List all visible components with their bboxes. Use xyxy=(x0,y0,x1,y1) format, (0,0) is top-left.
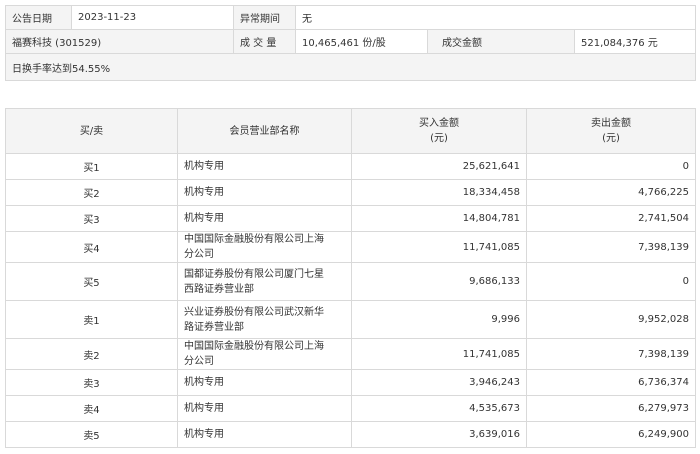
row-direction: 买1 xyxy=(5,153,178,180)
header-buy-amount: 买入金额 (元) xyxy=(351,108,527,154)
row-branch: 机构专用 xyxy=(177,205,352,232)
row-direction: 卖1 xyxy=(5,300,178,339)
header-direction: 买/卖 xyxy=(5,108,178,154)
row-direction: 买4 xyxy=(5,231,178,263)
row-sell-amount: 7,398,139 xyxy=(526,231,696,263)
row-buy-amount: 11,741,085 xyxy=(351,338,527,370)
row-buy-amount: 14,804,781 xyxy=(351,205,527,232)
trading-table: 买/卖 会员营业部名称 买入金额 (元) 卖出金额 (元) 买1 机构专用 25,6… xyxy=(5,108,696,448)
header-buy-label: 买入金额 xyxy=(419,118,459,129)
period-value: 无 xyxy=(294,5,697,30)
header-buy-unit: (元) xyxy=(430,133,448,144)
header-sell-amount: 卖出金额 (元) xyxy=(526,108,696,154)
row-sell-amount: 4,766,225 xyxy=(526,179,696,206)
amount-label: 成交金额 xyxy=(427,29,575,54)
header-sell-unit: (元) xyxy=(602,133,620,144)
turnover-text: 日换手率达到54.55% xyxy=(4,53,697,81)
row-direction: 卖4 xyxy=(5,395,178,422)
row-direction: 买2 xyxy=(5,179,178,206)
row-direction: 买5 xyxy=(5,262,178,301)
row-branch: 机构专用 xyxy=(177,369,352,396)
row-buy-amount: 3,639,016 xyxy=(351,421,527,448)
stock-name: 福赛科技 (301529) xyxy=(5,29,234,54)
row-branch: 机构专用 xyxy=(177,179,352,206)
row-direction: 卖3 xyxy=(5,369,178,396)
row-direction: 买3 xyxy=(5,205,178,232)
info-row-turnover: 日换手率达到54.55% xyxy=(4,53,697,81)
row-sell-amount: 7,398,139 xyxy=(526,338,696,370)
table-row: 买5 国都证券股份有限公司厦门七星西路证券营业部 9,686,133 0 xyxy=(5,262,696,301)
row-buy-amount: 9,996 xyxy=(351,300,527,339)
period-label: 异常期间 xyxy=(233,5,296,30)
row-branch: 中国国际金融股份有限公司上海分公司 xyxy=(177,231,352,263)
row-branch: 机构专用 xyxy=(177,153,352,180)
row-branch: 机构专用 xyxy=(177,395,352,422)
row-branch: 国都证券股份有限公司厦门七星西路证券营业部 xyxy=(177,262,352,301)
table-row: 卖1 兴业证券股份有限公司武汉新华路证券营业部 9,996 9,952,028 xyxy=(5,300,696,339)
table-row: 买3 机构专用 14,804,781 2,741,504 xyxy=(5,205,696,232)
row-sell-amount: 0 xyxy=(526,153,696,180)
volume-value: 10,465,461 份/股 xyxy=(295,29,428,54)
stock-info-table: 公告日期 2023-11-23 异常期间 无 福赛科技 (301529) 成 交… xyxy=(4,5,697,81)
row-sell-amount: 6,249,900 xyxy=(526,421,696,448)
row-sell-amount: 2,741,504 xyxy=(526,205,696,232)
row-buy-amount: 3,946,243 xyxy=(351,369,527,396)
row-sell-amount: 9,952,028 xyxy=(526,300,696,339)
row-direction: 卖2 xyxy=(5,338,178,370)
amount-value: 521,084,376 元 xyxy=(573,29,697,54)
row-branch: 中国国际金融股份有限公司上海分公司 xyxy=(177,338,352,370)
volume-label: 成 交 量 xyxy=(233,29,296,54)
table-row: 卖3 机构专用 3,946,243 6,736,374 xyxy=(5,369,696,396)
date-label: 公告日期 xyxy=(5,5,72,30)
row-buy-amount: 4,535,673 xyxy=(351,395,527,422)
row-buy-amount: 11,741,085 xyxy=(351,231,527,263)
date-value: 2023-11-23 xyxy=(71,5,234,30)
row-buy-amount: 25,621,641 xyxy=(351,153,527,180)
row-sell-amount: 6,279,973 xyxy=(526,395,696,422)
row-buy-amount: 18,334,458 xyxy=(351,179,527,206)
row-buy-amount: 9,686,133 xyxy=(351,262,527,301)
info-row-date: 公告日期 2023-11-23 异常期间 无 xyxy=(5,5,697,30)
table-row: 卖4 机构专用 4,535,673 6,279,973 xyxy=(5,395,696,422)
table-row: 买4 中国国际金融股份有限公司上海分公司 11,741,085 7,398,13… xyxy=(5,231,696,263)
info-row-volume: 福赛科技 (301529) 成 交 量 10,465,461 份/股 成交金额 … xyxy=(5,29,697,54)
table-row: 买1 机构专用 25,621,641 0 xyxy=(5,153,696,180)
row-branch: 机构专用 xyxy=(177,421,352,448)
table-row: 卖2 中国国际金融股份有限公司上海分公司 11,741,085 7,398,13… xyxy=(5,338,696,370)
row-direction: 卖5 xyxy=(5,421,178,448)
table-header-row: 买/卖 会员营业部名称 买入金额 (元) 卖出金额 (元) xyxy=(5,108,696,154)
row-sell-amount: 0 xyxy=(526,262,696,301)
row-branch: 兴业证券股份有限公司武汉新华路证券营业部 xyxy=(177,300,352,339)
header-sell-label: 卖出金额 xyxy=(591,118,631,129)
table-row: 卖5 机构专用 3,639,016 6,249,900 xyxy=(5,421,696,448)
header-branch: 会员营业部名称 xyxy=(177,108,352,154)
table-row: 买2 机构专用 18,334,458 4,766,225 xyxy=(5,179,696,206)
row-sell-amount: 6,736,374 xyxy=(526,369,696,396)
